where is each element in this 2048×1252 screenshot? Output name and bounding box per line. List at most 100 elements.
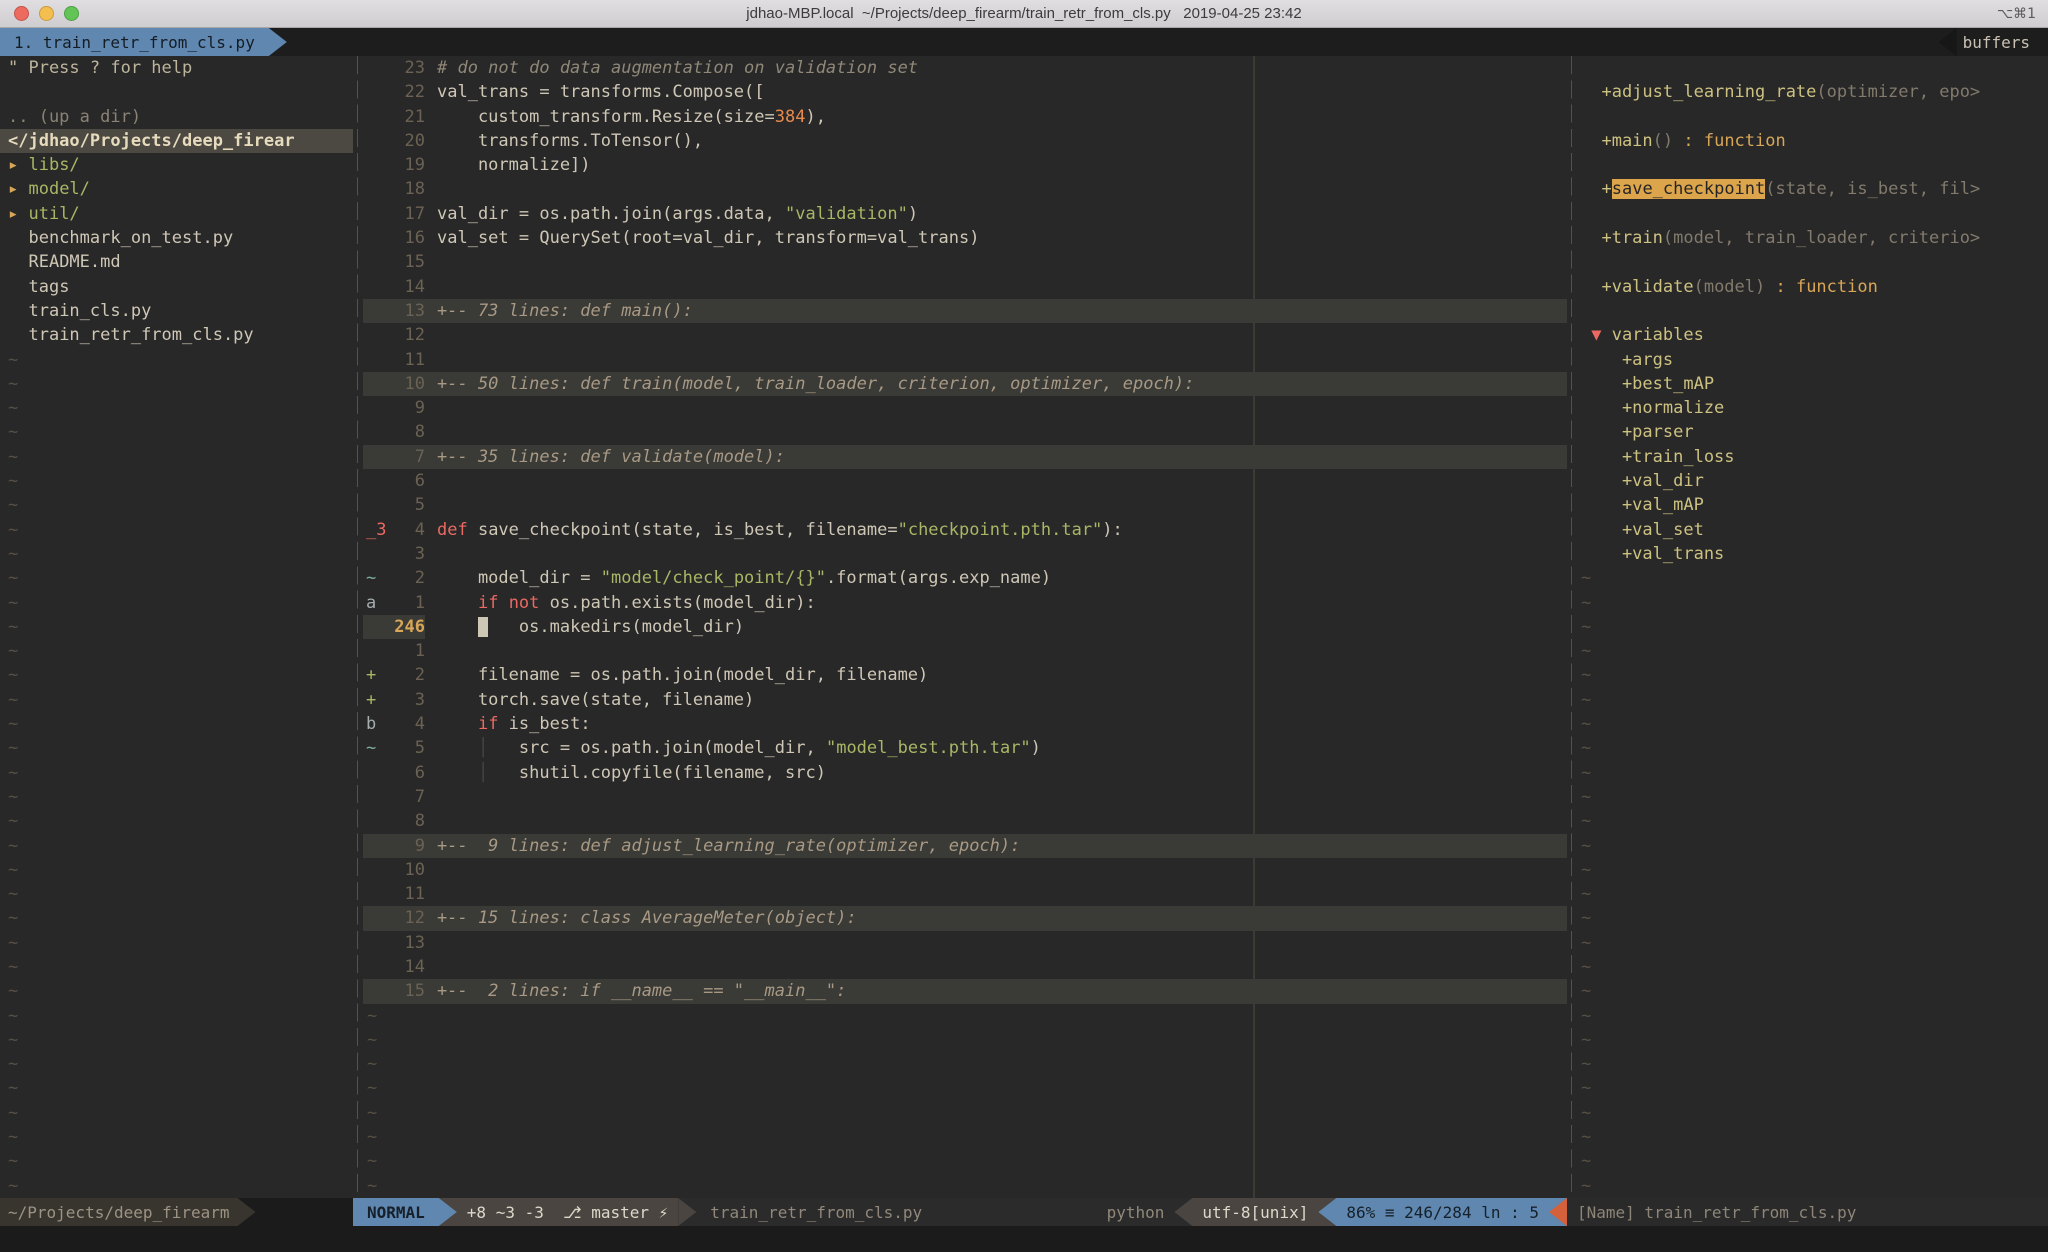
folded-code-line[interactable]: 15+-- 2 lines: if __name__ == "__main__"…: [363, 979, 1567, 1003]
tree-item[interactable]: tags: [0, 275, 353, 299]
window-separator-right[interactable]: [1567, 56, 1577, 1198]
fold-text[interactable]: +-- 9 lines: def adjust_learning_rate(op…: [437, 836, 1020, 856]
code-line[interactable]: 246 os.makedirs(model_dir): [363, 615, 1567, 639]
tag-item[interactable]: +main() : function: [1577, 129, 2048, 153]
tag-item[interactable]: +validate(model) : function: [1577, 275, 2048, 299]
tree-root-path[interactable]: </jdhao/Projects/deep_firear: [0, 129, 353, 153]
chevron-right-icon[interactable]: ▸: [8, 155, 28, 175]
code-line[interactable]: 7: [363, 785, 1567, 809]
line-number: 13: [385, 299, 425, 323]
empty-line-tilde: ~: [1577, 566, 2048, 590]
tree-item[interactable]: README.md: [0, 250, 353, 274]
tag-item[interactable]: +train_loss: [1577, 445, 2048, 469]
code-line[interactable]: 13: [363, 931, 1567, 955]
code-line[interactable]: 11: [363, 348, 1567, 372]
code-line[interactable]: 17val_dir = os.path.join(args.data, "val…: [363, 202, 1567, 226]
line-number: 3: [385, 688, 425, 712]
tree-item-directory[interactable]: ▸ util/: [0, 202, 353, 226]
command-line[interactable]: [0, 1226, 2048, 1252]
minimize-button[interactable]: [39, 6, 54, 21]
code-line[interactable]: 20 transforms.ToTensor(),: [363, 129, 1567, 153]
highlighted-tag[interactable]: save_checkpoint: [1612, 179, 1766, 199]
tag-item[interactable]: +val_trans: [1577, 542, 2048, 566]
tab-train-retr-from-cls[interactable]: 1. train_retr_from_cls.py: [0, 28, 269, 56]
tag-item[interactable]: +best_mAP: [1577, 372, 2048, 396]
fold-open-icon[interactable]: ▼: [1591, 325, 1601, 345]
code-line[interactable]: +3 torch.save(state, filename): [363, 688, 1567, 712]
code-line[interactable]: 22val_trans = transforms.Compose([: [363, 80, 1567, 104]
chevron-right-icon[interactable]: ▸: [8, 179, 28, 199]
code-line[interactable]: 1: [363, 639, 1567, 663]
code-line[interactable]: 3: [363, 542, 1567, 566]
code-line[interactable]: 11: [363, 882, 1567, 906]
code-line[interactable]: 9: [363, 396, 1567, 420]
gutter-sign-empty: [363, 420, 385, 444]
gutter-sign-empty: [363, 80, 385, 104]
tag-item[interactable]: +train(model, train_loader, criterio>: [1577, 226, 2048, 250]
code-line[interactable]: 8: [363, 809, 1567, 833]
line-number: 5: [385, 736, 425, 760]
empty-line-tilde: ~: [363, 1101, 1567, 1125]
tag-item[interactable]: +parser: [1577, 420, 2048, 444]
folded-code-line[interactable]: 13 +-- 73 lines: def main():: [363, 299, 1567, 323]
tag-item[interactable]: +val_mAP: [1577, 493, 2048, 517]
tag-item[interactable]: +save_checkpoint(state, is_best, fil>: [1577, 177, 2048, 201]
gutter-sign-empty: [363, 372, 385, 396]
gutter-sign-empty: [363, 348, 385, 372]
close-button[interactable]: [14, 6, 29, 21]
folded-code-line[interactable]: 10+-- 50 lines: def train(model, train_l…: [363, 372, 1567, 396]
fold-text[interactable]: +-- 50 lines: def train(model, train_loa…: [437, 374, 1194, 394]
chevron-right-icon[interactable]: ▸: [8, 204, 28, 224]
folded-code-line[interactable]: 9+-- 9 lines: def adjust_learning_rate(o…: [363, 834, 1567, 858]
tree-item[interactable]: benchmark_on_test.py: [0, 226, 353, 250]
code-line[interactable]: a1 if not os.path.exists(model_dir):: [363, 591, 1567, 615]
macos-titlebar: jdhao-MBP.local ~/Projects/deep_firearm/…: [0, 0, 2048, 28]
folded-code-line[interactable]: 12+-- 15 lines: class AverageMeter(objec…: [363, 906, 1567, 930]
code-line[interactable]: 21 custom_transform.Resize(size=384),: [363, 105, 1567, 129]
tree-item[interactable]: .. (up a dir): [0, 105, 353, 129]
code-line[interactable]: ~5 │ src = os.path.join(model_dir, "mode…: [363, 736, 1567, 760]
code-line[interactable]: 18: [363, 177, 1567, 201]
vim-windows: " Press ? for help .. (up a dir)</jdhao/P…: [0, 56, 2048, 1198]
traffic-lights: [14, 6, 79, 21]
tree-item-directory[interactable]: ▸ libs/: [0, 153, 353, 177]
code-line[interactable]: 23# do not do data augmentation on valid…: [363, 56, 1567, 80]
tag-item[interactable]: +val_set: [1577, 518, 2048, 542]
cursor-block: [478, 617, 488, 637]
code-line[interactable]: 19 normalize]): [363, 153, 1567, 177]
code-line[interactable]: ~2 model_dir = "model/check_point/{}".fo…: [363, 566, 1567, 590]
tagbar-scope-header[interactable]: ▼ variables: [1577, 323, 2048, 347]
tag-item[interactable]: +normalize: [1577, 396, 2048, 420]
folded-code-line[interactable]: 7 +-- 35 lines: def validate(model):: [363, 445, 1567, 469]
code-line[interactable]: 6: [363, 469, 1567, 493]
code-line[interactable]: 14: [363, 275, 1567, 299]
tree-item[interactable]: [0, 80, 353, 104]
fold-text[interactable]: +-- 2 lines: if __name__ == "__main__":: [437, 981, 846, 1001]
tree-item-directory[interactable]: ▸ model/: [0, 177, 353, 201]
code-line[interactable]: 8: [363, 420, 1567, 444]
tree-item[interactable]: train_cls.py: [0, 299, 353, 323]
window-separator-left[interactable]: [353, 56, 363, 1198]
fold-text[interactable]: +-- 15 lines: class AverageMeter(object)…: [437, 908, 857, 928]
code-line[interactable]: 6 │ shutil.copyfile(filename, src): [363, 761, 1567, 785]
code-line[interactable]: b4 if is_best:: [363, 712, 1567, 736]
code-line[interactable]: 5: [363, 493, 1567, 517]
fold-text[interactable]: +-- 73 lines: def main():: [437, 301, 693, 321]
zoom-button[interactable]: [64, 6, 79, 21]
code-line[interactable]: 16val_set = QuerySet(root=val_dir, trans…: [363, 226, 1567, 250]
tree-item[interactable]: train_retr_from_cls.py: [0, 323, 353, 347]
fold-text[interactable]: +-- 35 lines: def validate(model):: [437, 447, 785, 467]
code-line[interactable]: 15: [363, 250, 1567, 274]
code-line[interactable]: 12: [363, 323, 1567, 347]
tag-item[interactable]: +adjust_learning_rate(optimizer, epo>: [1577, 80, 2048, 104]
empty-line-tilde: ~: [363, 1076, 1567, 1100]
tree-item[interactable]: " Press ? for help: [0, 56, 353, 80]
tag-item[interactable]: +args: [1577, 348, 2048, 372]
line-number: 7: [385, 445, 425, 469]
code-line[interactable]: _34def save_checkpoint(state, is_best, f…: [363, 518, 1567, 542]
empty-line-tilde: ~: [0, 1125, 353, 1149]
tag-item[interactable]: +val_dir: [1577, 469, 2048, 493]
code-line[interactable]: 10: [363, 858, 1567, 882]
code-line[interactable]: +2 filename = os.path.join(model_dir, fi…: [363, 663, 1567, 687]
code-line[interactable]: 14: [363, 955, 1567, 979]
